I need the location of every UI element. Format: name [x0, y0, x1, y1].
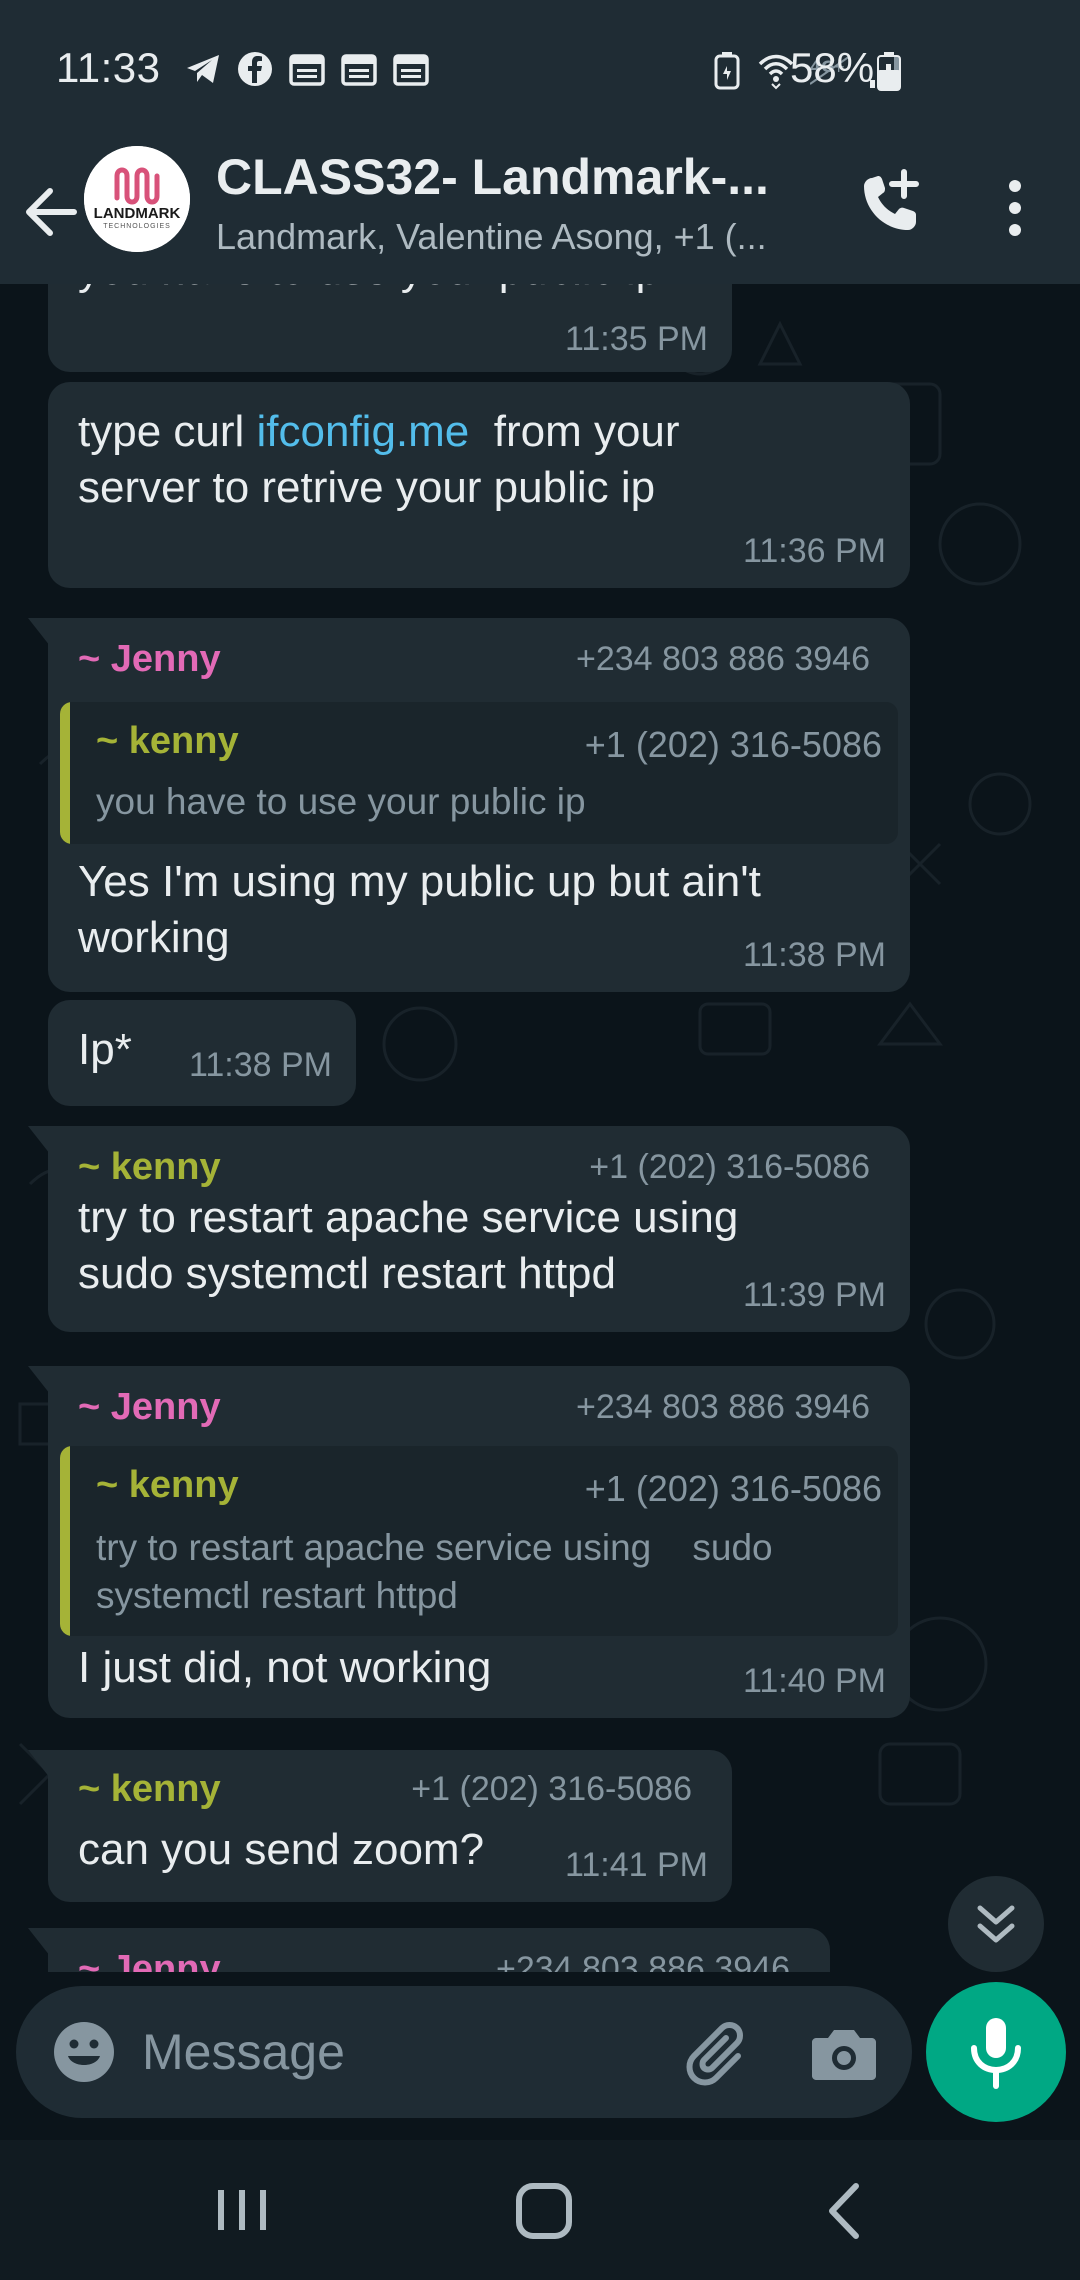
- camera-button[interactable]: [804, 2014, 884, 2094]
- message-text-line: sudo systemctl restart httpd: [78, 1249, 616, 1298]
- status-bar: 11:33 4G + 58%: [0, 0, 1080, 140]
- group-avatar[interactable]: LANDMARK TECHNOLOGIES: [84, 146, 190, 252]
- composer: [16, 1986, 912, 2118]
- quoted-text-line: try to restart apache service using sudo: [96, 1527, 773, 1568]
- message-text-part: type curl: [78, 407, 257, 456]
- clipped-row: ~ Jenny +234 803 886 3946: [0, 1924, 1080, 1972]
- quoted-text: try to restart apache service using sudo…: [96, 1524, 896, 1620]
- bubble-tail: [28, 1366, 50, 1394]
- message-input[interactable]: [142, 2012, 642, 2092]
- avatar-text: LANDMARK: [94, 205, 181, 222]
- message-time: 11:41 PM: [564, 1846, 708, 1884]
- quoted-sender: ~ kenny: [96, 720, 239, 762]
- message-time: 11:38 PM: [742, 936, 886, 974]
- quote-bar: [60, 1446, 70, 1636]
- message-text: can you send zoom?: [78, 1825, 485, 1874]
- message-text-line: Yes I'm using my public up but ain't: [78, 857, 761, 906]
- sender-phone: +234 803 886 3946: [495, 1950, 790, 1972]
- message-time: 11:35 PM: [564, 320, 708, 358]
- voice-message-button[interactable]: [926, 1982, 1066, 2122]
- add-call-button[interactable]: [850, 164, 930, 244]
- quote-bar: [60, 702, 70, 844]
- bubble-tail: [28, 1126, 50, 1154]
- home-icon: [516, 2183, 572, 2239]
- message-time: 11:39 PM: [742, 1276, 886, 1314]
- battery-percent: 58%: [790, 44, 875, 91]
- home-button[interactable]: [504, 2176, 584, 2246]
- emoji-button[interactable]: [48, 2016, 120, 2088]
- bubble-tail: [28, 618, 50, 646]
- message-bubble[interactable]: ~ kenny +1 (202) 316-5086 can you send z…: [28, 1750, 732, 1902]
- message-text-part: from your: [469, 407, 680, 456]
- message-bubble[interactable]: type curl ifconfig.me from your server t…: [48, 382, 910, 588]
- calendar-icon: [340, 50, 378, 88]
- sender-name[interactable]: ~ Jenny: [78, 638, 221, 681]
- message-bubble[interactable]: ~ kenny +1 (202) 316-5086 try to restart…: [28, 1126, 910, 1332]
- emoji-icon: [54, 2022, 114, 2082]
- calendar-icon: [392, 50, 430, 88]
- battery-icon: [876, 52, 902, 97]
- message-time: 11:40 PM: [742, 1662, 886, 1700]
- message-text: Ip*: [78, 1025, 132, 1074]
- quoted-text: you have to use your public ip: [96, 781, 586, 822]
- sender-name[interactable]: ~ kenny: [78, 1768, 221, 1811]
- group-title[interactable]: CLASS32- Landmark-...: [216, 148, 796, 206]
- sender-phone: +1 (202) 316-5086: [589, 1148, 870, 1186]
- landmark-logo: LANDMARK TECHNOLOGIES: [84, 146, 190, 252]
- quoted-message[interactable]: ~ kenny +1 (202) 316-5086 you have to us…: [60, 702, 898, 844]
- avatar-subtext: TECHNOLOGIES: [103, 223, 171, 230]
- recent-apps-button[interactable]: [202, 2176, 282, 2246]
- quoted-phone: +1 (202) 316-5086: [584, 1468, 882, 1509]
- message-list[interactable]: you have to use your public ip 11:35 PM …: [0, 284, 1080, 1980]
- message-text: type curl ifconfig.me from your server t…: [78, 404, 888, 516]
- status-time: 11:33: [56, 44, 161, 91]
- facebook-icon: [236, 50, 274, 88]
- quoted-message[interactable]: ~ kenny +1 (202) 316-5086 try to restart…: [60, 1446, 898, 1636]
- microphone-icon: [971, 2018, 1021, 2089]
- phone-plus-icon: [864, 169, 919, 230]
- message-bubble[interactable]: Ip* 11:38 PM: [48, 1000, 356, 1106]
- sender-name[interactable]: ~ kenny: [78, 1146, 221, 1189]
- message-bubble[interactable]: ~ Jenny +234 803 886 3946 ~ kenny +1 (20…: [28, 618, 910, 992]
- sender-phone: +1 (202) 316-5086: [411, 1770, 692, 1808]
- kebab-menu-icon: [1009, 180, 1021, 236]
- telegram-icon: [184, 50, 222, 88]
- notification-icons: [184, 50, 430, 88]
- quoted-sender: ~ kenny: [96, 1464, 239, 1506]
- message-text: you have to use your public ip: [78, 284, 660, 298]
- message-text: I just did, not working: [78, 1643, 492, 1692]
- message-text-part: server to retrive your public ip: [78, 463, 656, 512]
- bubble-tail: [28, 1928, 50, 1956]
- sender-phone: +234 803 886 3946: [575, 640, 870, 678]
- calendar-icon: [288, 50, 326, 88]
- double-chevron-down-icon: [977, 1905, 1015, 1943]
- sender-phone: +234 803 886 3946: [575, 1388, 870, 1426]
- sender-name[interactable]: ~ Jenny: [78, 1948, 221, 1972]
- paperclip-icon: [686, 2022, 743, 2086]
- chevron-left-icon: [829, 2183, 859, 2239]
- recents-icon: [218, 2190, 266, 2230]
- message-bubble[interactable]: ~ Jenny +234 803 886 3946 ~ kenny +1 (20…: [28, 1366, 910, 1718]
- quoted-text-line: systemctl restart httpd: [96, 1575, 458, 1616]
- message-time: 11:36 PM: [742, 532, 886, 570]
- battery-saver-icon: [712, 50, 742, 90]
- camera-icon: [812, 2030, 876, 2080]
- system-back-button[interactable]: [806, 2176, 886, 2246]
- more-options-button[interactable]: [990, 168, 1040, 248]
- attach-button[interactable]: [674, 2012, 754, 2092]
- back-button[interactable]: [20, 172, 90, 252]
- message-text-line: working: [78, 913, 230, 962]
- message-bubble[interactable]: ~ Jenny +234 803 886 3946: [28, 1928, 830, 1972]
- system-nav-bar: [0, 2140, 1080, 2280]
- scroll-to-bottom-button[interactable]: [948, 1876, 1044, 1972]
- message-link[interactable]: ifconfig.me: [257, 407, 470, 456]
- quoted-phone: +1 (202) 316-5086: [584, 724, 882, 765]
- group-participants[interactable]: Landmark, Valentine Asong, +1 (...: [216, 216, 816, 258]
- bubble-tail: [28, 1750, 50, 1778]
- message-bubble[interactable]: you have to use your public ip 11:35 PM: [48, 284, 732, 372]
- message-time: 11:38 PM: [188, 1046, 332, 1084]
- sender-name[interactable]: ~ Jenny: [78, 1386, 221, 1429]
- message-text-line: try to restart apache service using: [78, 1193, 739, 1242]
